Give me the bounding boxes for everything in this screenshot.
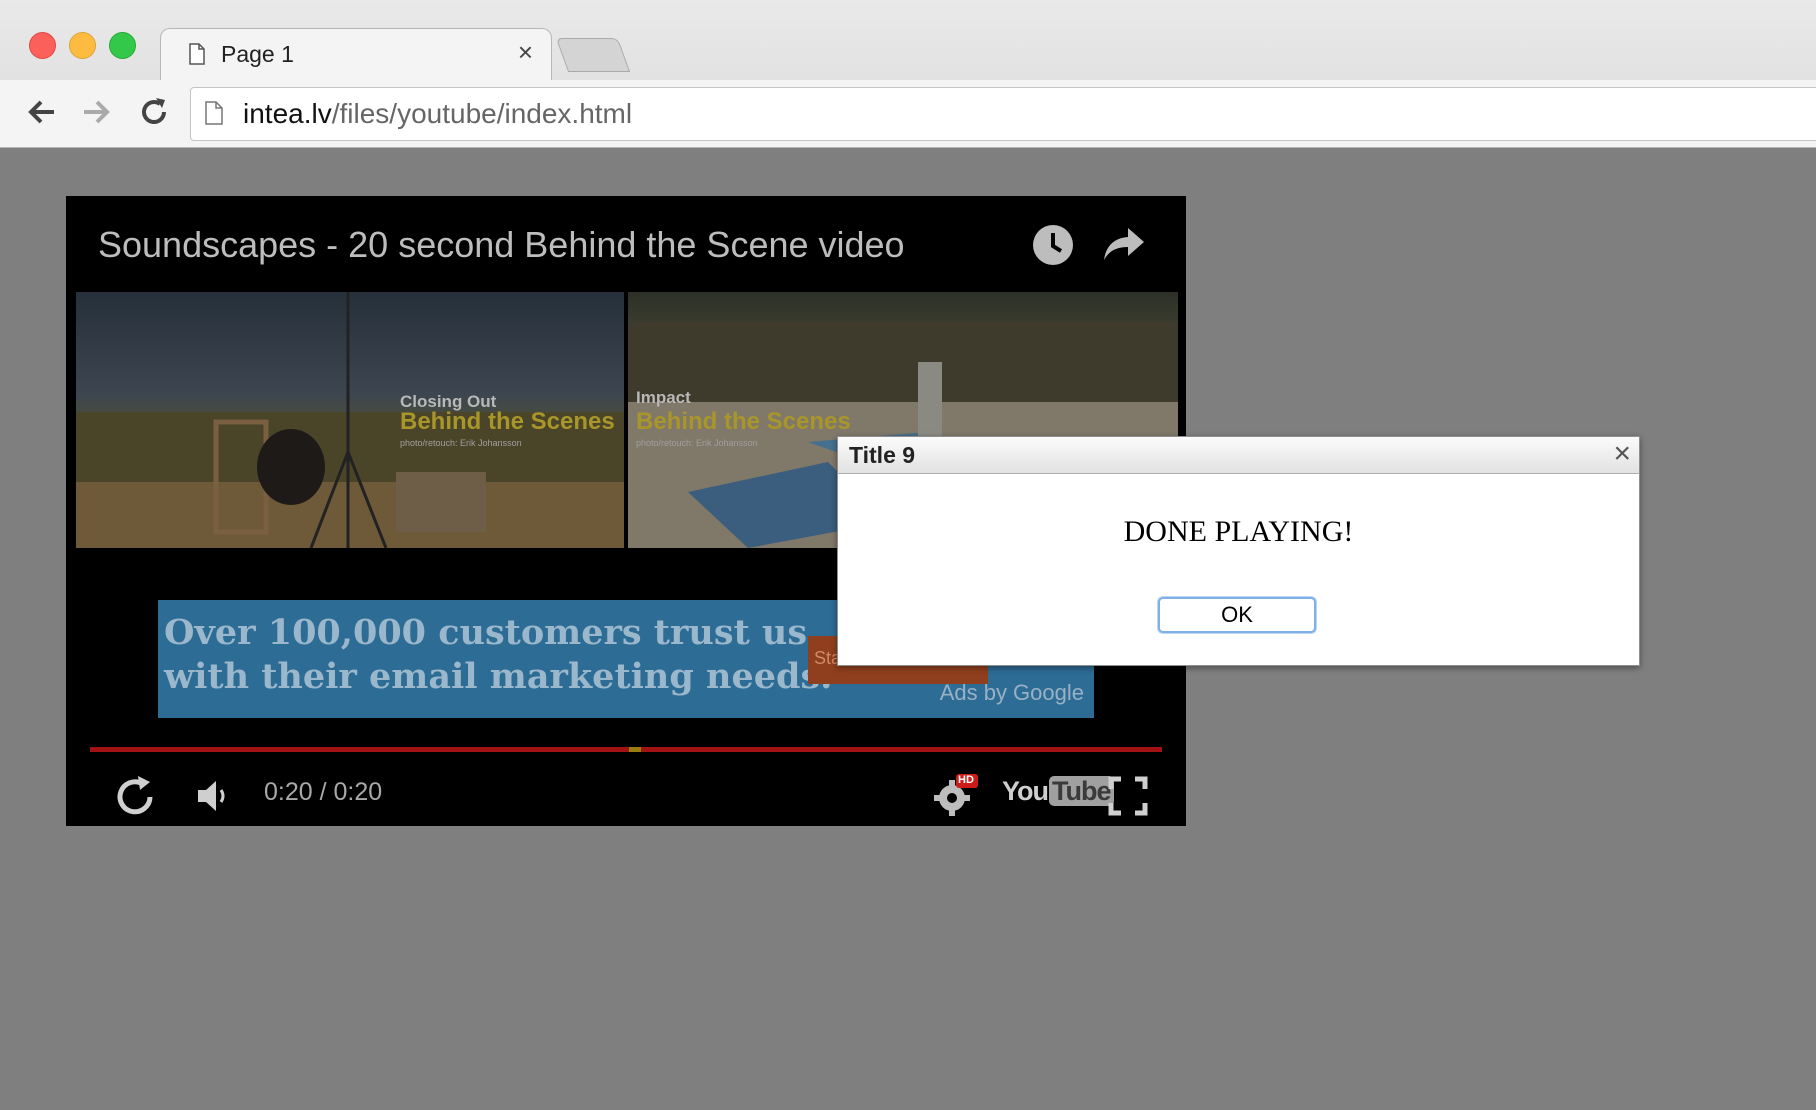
share-icon[interactable] [1102,224,1146,264]
alert-dialog: Title 9 × DONE PLAYING! OK [837,436,1640,666]
url-path: /files/youtube/index.html [331,98,633,129]
youtube-logo-you: You [1002,776,1049,806]
arrow-left-icon[interactable] [24,94,60,130]
volume-icon[interactable] [196,778,230,814]
dialog-titlebar[interactable]: Title 9 × [838,437,1639,474]
page-icon [205,101,223,125]
window-close-button[interactable] [29,32,56,59]
youtube-logo-tube: Tube [1049,776,1114,806]
settings-button[interactable]: HD [934,774,978,818]
progress-fill [90,747,1162,752]
fullscreen-icon[interactable] [1108,776,1148,816]
thumbnail-credit: photo/retouch: Erik Johansson [636,438,758,448]
browser-toolbar: intea.lv/files/youtube/index.html [0,80,1816,147]
dialog-title: Title 9 [849,442,916,468]
replay-icon[interactable] [112,774,158,820]
page-icon [189,43,205,65]
window-maximize-button[interactable] [109,32,136,59]
progress-bar[interactable] [90,747,1162,752]
arrow-right-icon[interactable] [78,94,114,130]
url-text: intea.lv/files/youtube/index.html [243,98,632,130]
ads-by-google-label[interactable]: Ads by Google [940,680,1084,706]
ok-button[interactable]: OK [1158,597,1316,633]
video-title[interactable]: Soundscapes - 20 second Behind the Scene… [98,224,905,266]
address-bar[interactable]: intea.lv/files/youtube/index.html [190,87,1816,141]
youtube-logo[interactable]: You Tube [1002,776,1114,807]
dialog-message: DONE PLAYING! [1123,515,1354,548]
suggested-video-thumbnail[interactable]: Closing Out Behind the Scenes photo/reto… [76,292,624,548]
tab-page-1[interactable]: Page 1 × [160,28,552,81]
thumbnail-heading: Behind the Scenes [636,408,851,435]
ad-marker [629,747,641,752]
tab-title: Page 1 [221,41,294,67]
thumbnail-credit: photo/retouch: Erik Johansson [400,438,522,448]
tab-close-icon[interactable]: × [518,37,533,68]
hd-badge: HD [958,774,974,786]
close-icon[interactable]: × [1613,438,1631,470]
window-minimize-button[interactable] [69,32,96,59]
thumbnail-subtitle: Impact [636,388,691,407]
time-display: 0:20 / 0:20 [264,778,383,806]
url-host: intea.lv [243,98,332,129]
thumbnail-heading: Behind the Scenes [400,408,615,435]
new-tab-button[interactable] [555,38,631,72]
browser-chrome: Page 1 × intea.lv/files/youtube/index.ht… [0,0,1816,148]
reload-icon[interactable] [136,94,172,130]
ad-text-line-2: with their email marketing needs. [164,656,833,697]
ad-text-line-1: Over 100,000 customers trust us [164,612,808,653]
watch-later-icon[interactable] [1032,224,1074,266]
